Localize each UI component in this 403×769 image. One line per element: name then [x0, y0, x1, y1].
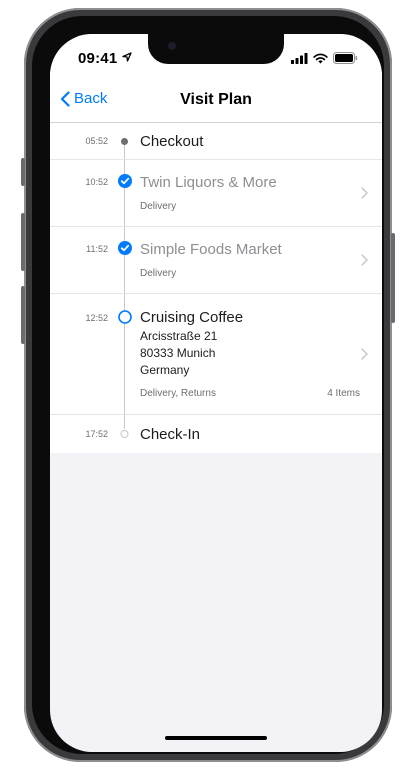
chevron-right-icon [361, 348, 368, 360]
volume-down-button [21, 286, 25, 344]
navigation-bar: Back Visit Plan [50, 78, 382, 123]
stop-subtitle: Delivery [140, 201, 177, 212]
chevron-right-icon [361, 187, 368, 199]
stop-name: Cruising Coffee [140, 309, 244, 326]
screen: 09:41 Back Visit Plan 05:52 Checkout 10:… [50, 34, 382, 752]
filled-dot-icon [121, 138, 128, 145]
battery-icon [333, 52, 358, 64]
location-arrow-icon [122, 52, 132, 62]
checkmark-circle-icon [118, 174, 132, 188]
stop-name: Checkout [140, 133, 204, 150]
timeline-row-cruising-coffee[interactable]: 12:52 Cruising Coffee Arcisstraße 21 803… [50, 294, 382, 415]
address-line-3: Germany [140, 363, 190, 377]
status-time: 09:41 [78, 50, 118, 67]
stop-name: Twin Liquors & More [140, 174, 277, 191]
visit-timeline: 05:52 Checkout 10:52 Twin Liquors & More… [50, 123, 382, 453]
stop-subtitle: Delivery [140, 268, 177, 279]
chevron-right-icon [361, 254, 368, 266]
front-camera [168, 42, 176, 50]
power-button [391, 233, 395, 323]
system-indicators [291, 52, 358, 64]
wifi-icon [313, 53, 328, 63]
volume-up-button [21, 213, 25, 271]
stop-time: 10:52 [85, 177, 108, 187]
stop-time: 05:52 [85, 136, 108, 146]
stop-subtitle: Delivery, Returns [140, 388, 216, 399]
stop-name: Check-In [140, 426, 201, 443]
stop-time: 12:52 [85, 313, 108, 323]
open-circle-icon [118, 310, 132, 324]
page-title: Visit Plan [180, 91, 252, 108]
address-line-2: 80333 Munich [140, 346, 216, 360]
silent-switch [21, 158, 25, 186]
address-line-1: Arcisstraße 21 [140, 329, 218, 343]
timeline-row-check-in: 17:52 Check-In [50, 415, 382, 453]
stop-time: 11:52 [86, 244, 108, 254]
home-indicator[interactable] [165, 736, 267, 740]
cellular-signal-icon [291, 52, 308, 64]
timeline-row-checkout: 05:52 Checkout [50, 123, 382, 160]
empty-dot-icon [120, 430, 129, 438]
timeline-row-twin-liquors[interactable]: 10:52 Twin Liquors & More Delivery [50, 160, 382, 227]
item-count: 4 Items [327, 388, 360, 399]
checkmark-circle-icon [118, 241, 132, 255]
stop-name: Simple Foods Market [140, 241, 282, 258]
phone-frame: 09:41 Back Visit Plan 05:52 Checkout 10:… [21, 8, 395, 762]
stop-time: 17:52 [85, 429, 108, 439]
bezel: 09:41 Back Visit Plan 05:52 Checkout 10:… [32, 16, 384, 754]
timeline-row-simple-foods[interactable]: 11:52 Simple Foods Market Delivery [50, 227, 382, 294]
camera-notch [148, 34, 284, 64]
